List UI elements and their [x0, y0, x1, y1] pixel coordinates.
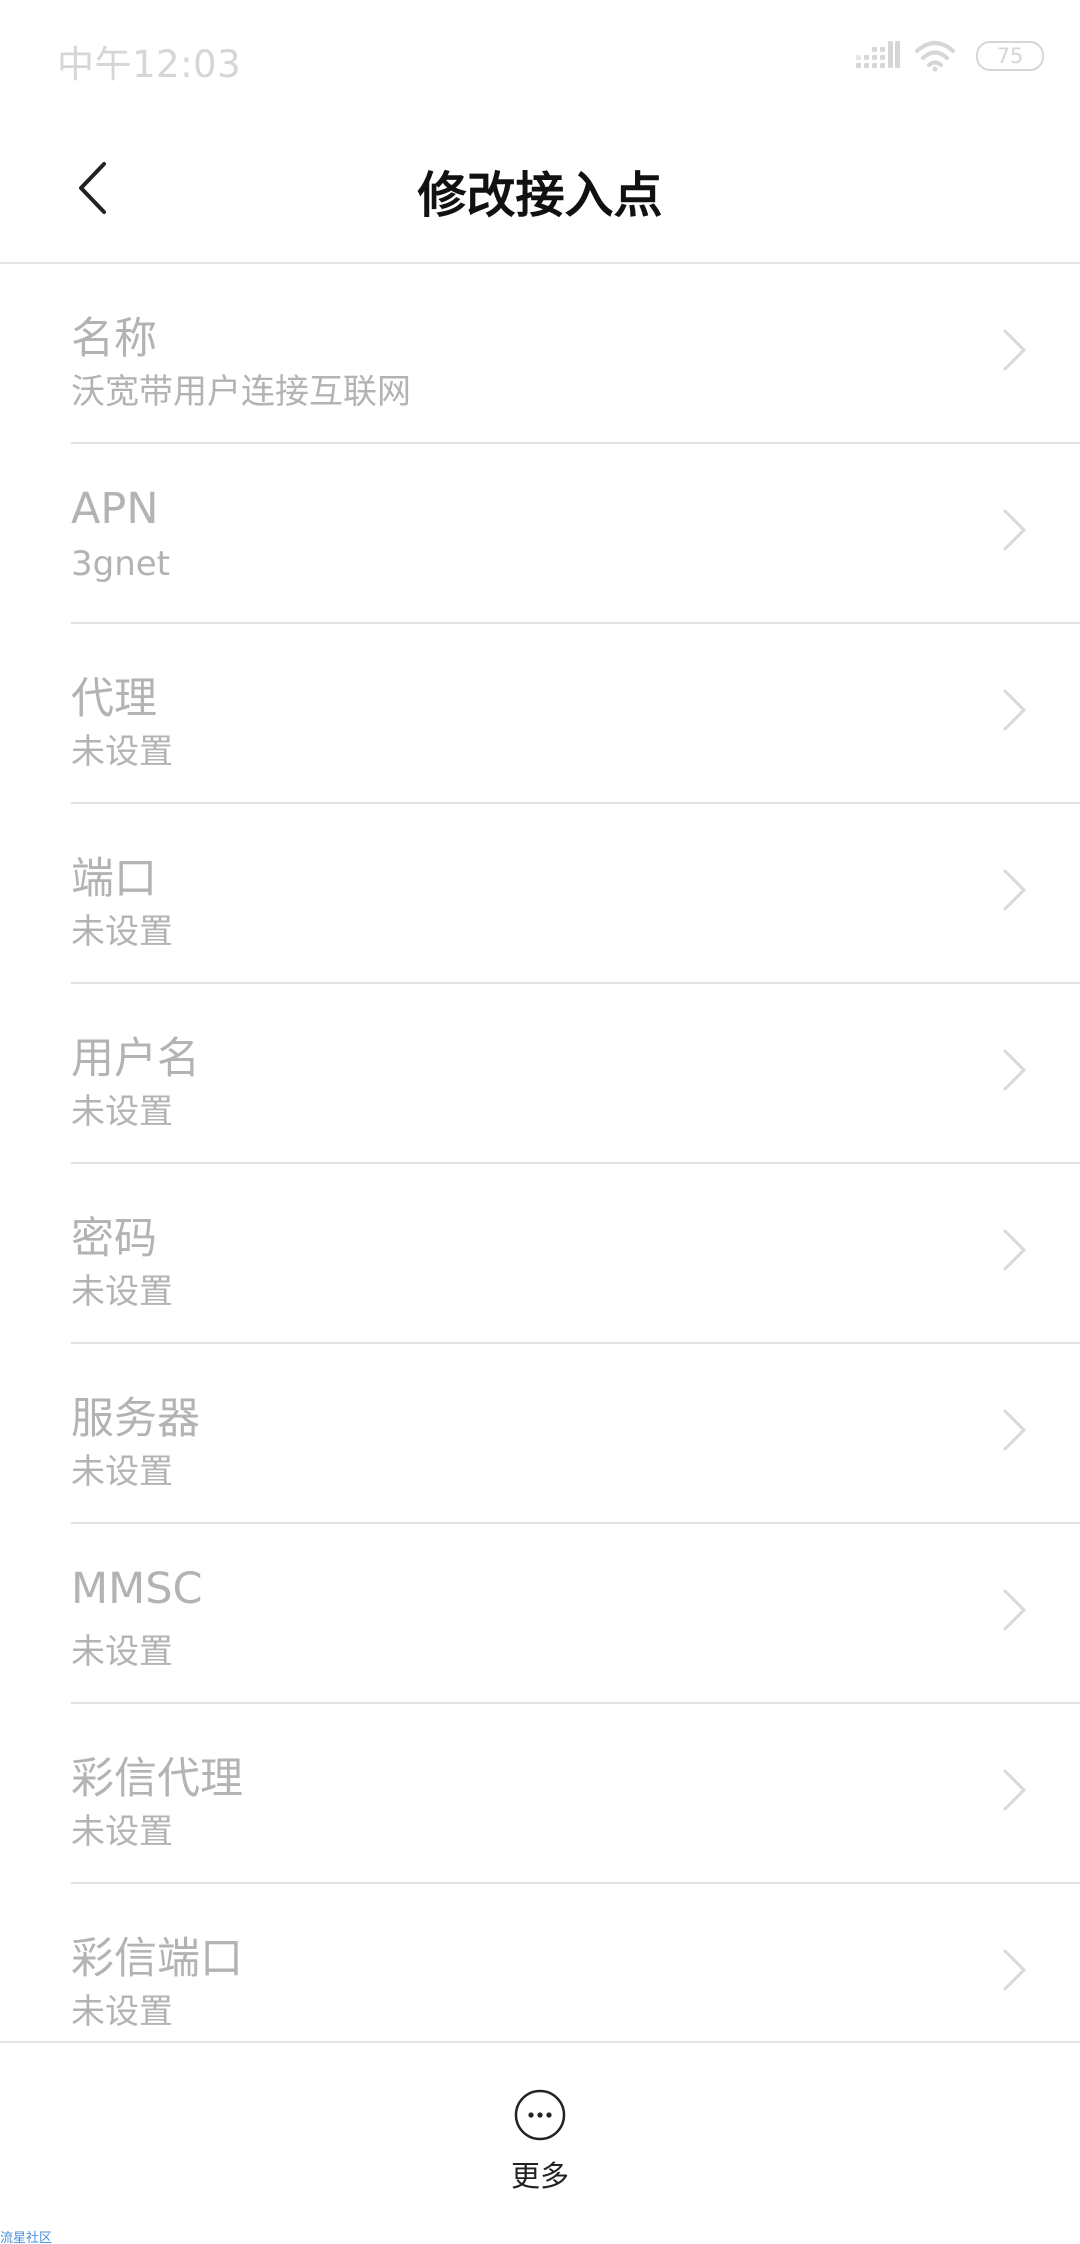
- list-item-server[interactable]: 服务器 未设置: [71, 1344, 1080, 1524]
- battery-indicator: 75: [976, 41, 1044, 71]
- more-button[interactable]: 更多: [490, 2089, 590, 2209]
- item-label: 彩信端口: [71, 1934, 243, 1984]
- item-label: 代理: [71, 674, 157, 724]
- chevron-right-icon: [1003, 689, 1026, 731]
- chevron-right-icon: [1003, 329, 1026, 371]
- item-value: 未设置: [71, 1812, 173, 1852]
- item-value: 未设置: [71, 732, 173, 772]
- chevron-right-icon: [1003, 1949, 1026, 1991]
- item-label: 端口: [71, 854, 157, 904]
- item-value: 未设置: [71, 912, 173, 952]
- list-item-mmsc[interactable]: MMSC 未设置: [71, 1524, 1080, 1704]
- list-item-password[interactable]: 密码 未设置: [71, 1164, 1080, 1344]
- chevron-right-icon: [1003, 1229, 1026, 1271]
- header: 修改接入点: [0, 112, 1080, 262]
- status-time: 中午12:03: [57, 43, 242, 86]
- item-label: 名称: [71, 314, 157, 364]
- item-label: 用户名: [71, 1034, 200, 1084]
- item-label: APN: [71, 484, 159, 534]
- item-label: MMSC: [71, 1564, 203, 1614]
- list-item-apn[interactable]: APN 3gnet: [71, 444, 1080, 624]
- signal-icon: [856, 41, 900, 68]
- chevron-right-icon: [1003, 1589, 1026, 1631]
- chevron-right-icon: [1003, 1769, 1026, 1811]
- list-item-name[interactable]: 名称 沃宽带用户连接互联网: [71, 264, 1080, 444]
- list-item-proxy[interactable]: 代理 未设置: [71, 624, 1080, 804]
- item-value: 未设置: [71, 1092, 173, 1132]
- more-label: 更多: [510, 2159, 569, 2193]
- list-item-mms-port[interactable]: 彩信端口 未设置: [71, 1884, 1080, 2041]
- item-label: 服务器: [71, 1394, 200, 1444]
- item-value: 未设置: [71, 1992, 173, 2032]
- item-value: 3gnet: [71, 544, 171, 584]
- bottom-bar: 更多 流星社区: [0, 2041, 1080, 2244]
- chevron-right-icon: [1003, 869, 1026, 911]
- watermark: 流星社区: [0, 2231, 53, 2244]
- list-item-port[interactable]: 端口 未设置: [71, 804, 1080, 984]
- wifi-icon: [915, 41, 955, 72]
- item-value: 未设置: [71, 1272, 173, 1312]
- list-item-mms-proxy[interactable]: 彩信代理 未设置: [71, 1704, 1080, 1884]
- status-bar: 中午12:03 75: [0, 0, 1080, 112]
- chevron-right-icon: [1003, 1049, 1026, 1091]
- apn-edit-screen: 中午12:03 75 修改接入点 名称 沃宽带用户连接互联网 APN 3gnet…: [0, 0, 1080, 2244]
- more-icon: [514, 2089, 566, 2141]
- chevron-right-icon: [1003, 509, 1026, 551]
- chevron-right-icon: [1003, 1409, 1026, 1451]
- item-value: 未设置: [71, 1452, 173, 1492]
- item-value: 沃宽带用户连接互联网: [71, 372, 411, 412]
- item-label: 密码: [71, 1214, 157, 1264]
- apn-settings-list: 名称 沃宽带用户连接互联网 APN 3gnet 代理 未设置 端口 未设置 用户…: [0, 264, 1080, 2041]
- list-item-username[interactable]: 用户名 未设置: [71, 984, 1080, 1164]
- item-label: 彩信代理: [71, 1754, 243, 1804]
- status-icons: 75: [856, 38, 1044, 74]
- item-value: 未设置: [71, 1632, 173, 1672]
- page-title: 修改接入点: [417, 167, 663, 224]
